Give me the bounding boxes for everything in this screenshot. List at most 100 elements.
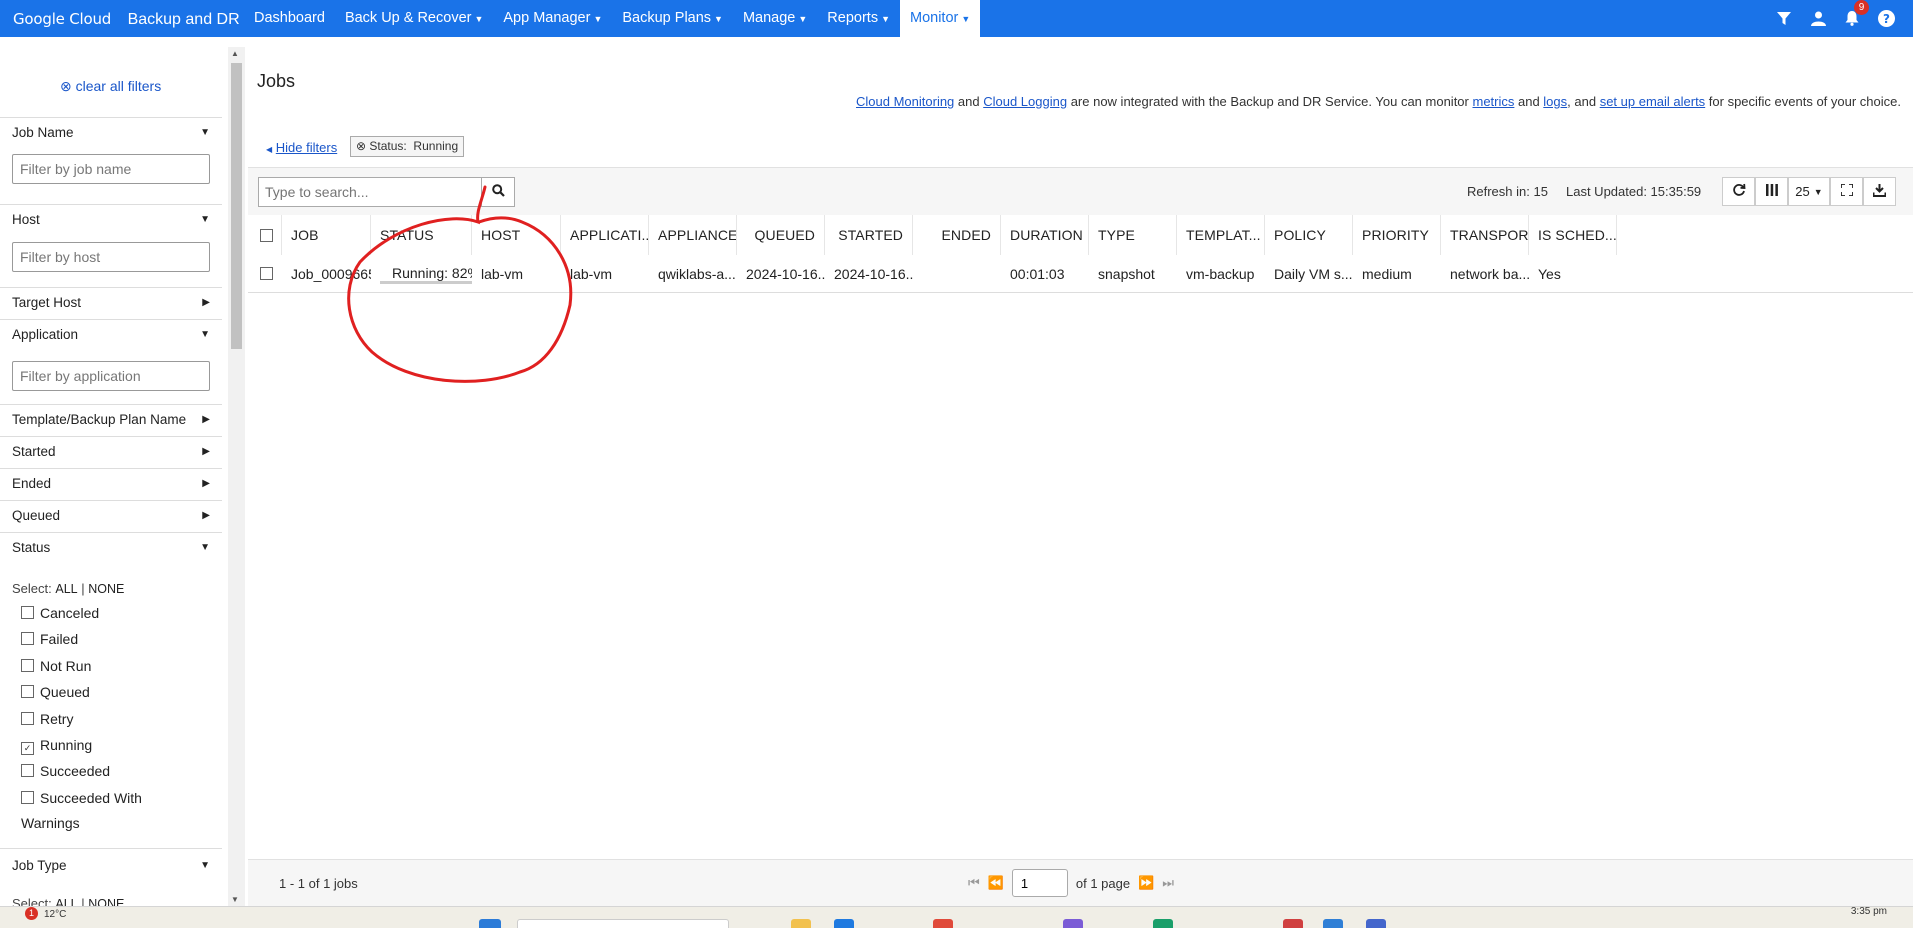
option-label: Running [40, 737, 93, 753]
caret-left-icon: ◀ [266, 145, 273, 154]
filter-header-queued[interactable]: Queued ▶ [0, 501, 222, 531]
row-checkbox[interactable] [260, 267, 273, 280]
first-page-icon[interactable]: ⏮ [968, 875, 980, 891]
column-header-priority[interactable]: PRIORITY [1353, 215, 1441, 255]
filter-icon[interactable] [1775, 10, 1793, 28]
nav-reports[interactable]: Reports ▼ [817, 0, 900, 37]
clear-circle-icon: ⊗ [60, 78, 72, 94]
filter-header-job-type[interactable]: Job Type ▼ [0, 849, 222, 883]
select-all-link[interactable]: ALL [55, 897, 77, 906]
nav-label: Dashboard [254, 10, 325, 26]
columns-button[interactable] [1755, 177, 1788, 206]
checkbox[interactable] [21, 764, 34, 777]
active-filter-chip[interactable]: ⊗ Status: Running [350, 136, 465, 157]
hide-filters-link[interactable]: ◀ Hide filters [266, 140, 337, 155]
status-option-succeeded-with-warnings[interactable]: Succeeded With [21, 790, 142, 806]
column-header-type[interactable]: TYPE [1089, 215, 1177, 255]
cloud-monitoring-link[interactable]: Cloud Monitoring [856, 94, 954, 109]
checkbox[interactable] [21, 606, 34, 619]
filter-section-queued: Queued ▶ [0, 500, 222, 531]
column-header-is-scheduled[interactable]: IS SCHED... [1529, 215, 1617, 255]
status-option-not-run[interactable]: Not Run [21, 658, 91, 674]
clear-all-filters-link[interactable]: ⊗ clear all filters [60, 78, 161, 95]
filter-header-started[interactable]: Started ▶ [0, 437, 222, 467]
column-header-transport[interactable]: TRANSPORT [1441, 215, 1529, 255]
checkbox[interactable] [21, 685, 34, 698]
last-page-icon[interactable]: ⏭ [1162, 875, 1174, 891]
help-icon[interactable]: ? [1877, 10, 1895, 28]
info-text: and [1514, 94, 1544, 109]
bell-icon[interactable]: 9 [1843, 0, 1869, 28]
select-all-link[interactable]: ALL [55, 582, 77, 596]
host-filter-input[interactable] [12, 242, 210, 272]
scrollbar-thumb[interactable] [231, 63, 242, 349]
nav-backup-plans[interactable]: Backup Plans ▼ [612, 0, 733, 37]
option-label: Succeeded [40, 763, 111, 779]
refresh-button[interactable] [1722, 177, 1755, 206]
column-header-duration[interactable]: DURATION [1001, 215, 1089, 255]
nav-app-manager[interactable]: App Manager ▼ [493, 0, 612, 37]
page-size-select[interactable]: 25 ▼ [1788, 177, 1830, 206]
column-header-template[interactable]: TEMPLAT... [1177, 215, 1265, 255]
option-label: Warnings [21, 815, 80, 831]
status-option-canceled[interactable]: Canceled [21, 605, 99, 621]
column-header-ended[interactable]: ENDED [913, 215, 1001, 255]
column-header-host[interactable]: HOST [472, 215, 561, 255]
option-label: Queued [40, 684, 90, 700]
nav-back-up-recover[interactable]: Back Up & Recover ▼ [335, 0, 493, 37]
search-input[interactable] [258, 177, 482, 207]
filter-header-application[interactable]: Application ▼ [0, 320, 222, 350]
select-none-link[interactable]: NONE [88, 582, 124, 596]
status-option-retry[interactable]: Retry [21, 711, 73, 727]
column-header-queued[interactable]: QUEUED [737, 215, 825, 255]
next-page-icon[interactable]: ⏩ [1138, 875, 1154, 891]
select-all-checkbox[interactable] [260, 228, 273, 242]
search-button[interactable] [482, 177, 515, 207]
column-header-application[interactable]: APPLICATI... [561, 215, 649, 255]
scroll-up-icon[interactable]: ▲ [231, 49, 239, 58]
fullscreen-button[interactable] [1830, 177, 1863, 206]
column-header-started[interactable]: STARTED [825, 215, 913, 255]
status-option-queued[interactable]: Queued [21, 684, 90, 700]
select-none-link[interactable]: NONE [88, 897, 124, 906]
nav-monitor[interactable]: Monitor ▼ [900, 0, 981, 37]
download-button[interactable] [1863, 177, 1896, 206]
job-name-filter-input[interactable] [12, 154, 210, 184]
column-header-policy[interactable]: POLICY [1265, 215, 1353, 255]
metrics-link[interactable]: metrics [1472, 94, 1514, 109]
filter-header-target-host[interactable]: Target Host ▶ [0, 288, 222, 318]
scroll-down-icon[interactable]: ▼ [231, 895, 239, 904]
filter-header-ended[interactable]: Ended ▶ [0, 469, 222, 499]
nav-manage[interactable]: Manage ▼ [733, 0, 817, 37]
logs-link[interactable]: logs [1543, 94, 1567, 109]
cloud-logging-link[interactable]: Cloud Logging [983, 94, 1067, 109]
checkbox-checked[interactable]: ✓ [21, 742, 34, 755]
application-filter-input[interactable] [12, 361, 210, 391]
job-type-select-all-none: Select: ALL | NONE [12, 896, 124, 906]
checkbox[interactable] [21, 791, 34, 804]
brand[interactable]: Google Cloud Backup and DR [13, 10, 240, 29]
checkbox[interactable] [21, 712, 34, 725]
nav-dashboard[interactable]: Dashboard [244, 0, 335, 37]
filter-header-host[interactable]: Host ▼ [0, 205, 222, 235]
checkbox[interactable] [21, 659, 34, 672]
status-option-failed[interactable]: Failed [21, 631, 78, 647]
user-icon[interactable] [1809, 10, 1827, 28]
filter-header-status[interactable]: Status ▼ [0, 533, 222, 563]
sidebar-scrollbar[interactable]: ▲ ▼ [228, 47, 245, 906]
status-option-succeeded[interactable]: Succeeded [21, 763, 110, 779]
caret-down-icon: ▼ [200, 127, 210, 138]
column-header-job[interactable]: JOB [282, 215, 371, 255]
filter-header-job-name[interactable]: Job Name ▼ [0, 118, 222, 148]
previous-page-icon[interactable]: ⏪ [988, 875, 1004, 891]
checkbox[interactable] [21, 632, 34, 645]
column-header-appliance[interactable]: APPLIANCE [649, 215, 737, 255]
page-number-input[interactable] [1011, 869, 1068, 897]
remove-filter-icon[interactable]: ⊗ [356, 139, 366, 153]
status-option-running[interactable]: ✓ Running [21, 737, 92, 755]
filter-header-template[interactable]: Template/Backup Plan Name ▶ [0, 405, 222, 435]
column-header-status[interactable]: STATUS [371, 215, 472, 255]
cell-job[interactable]: Job_0009665 [282, 255, 371, 292]
email-alerts-link[interactable]: set up email alerts [1600, 94, 1706, 109]
table-row[interactable]: Job_0009665 Running: 82% lab-vm lab-vm q… [248, 255, 1913, 293]
